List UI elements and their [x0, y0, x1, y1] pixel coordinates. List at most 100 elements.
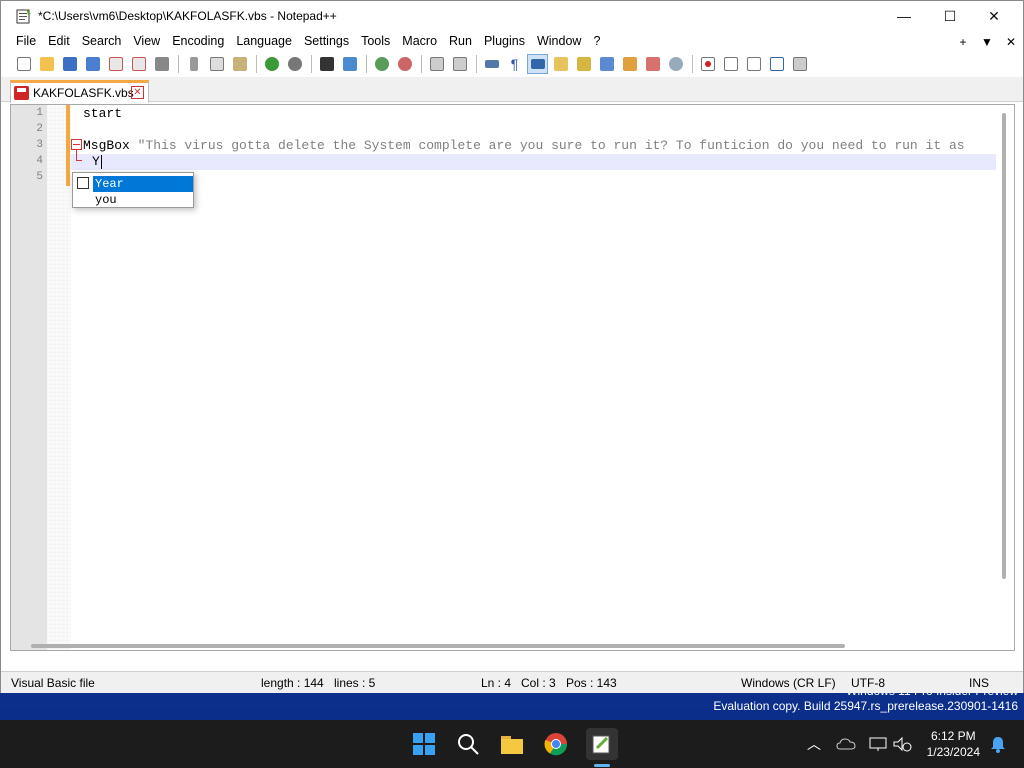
- chrome-icon[interactable]: [542, 730, 570, 758]
- tab-bar: KAKFOLASFK.vbs ✕: [1, 77, 1023, 103]
- menu-help[interactable]: ?: [587, 31, 606, 52]
- menu-right-controls: + ▼ ✕: [951, 31, 1023, 52]
- vertical-scrollbar[interactable]: [1002, 113, 1006, 579]
- volume-muted-icon[interactable]: [888, 730, 916, 758]
- close-icon[interactable]: [105, 54, 126, 74]
- clock[interactable]: 6:12 PM 1/23/2024: [927, 728, 980, 760]
- menu-window[interactable]: Window: [531, 31, 587, 52]
- onedrive-icon[interactable]: [832, 730, 860, 758]
- minimize-button[interactable]: —: [881, 1, 927, 31]
- status-language: Visual Basic file: [11, 676, 95, 690]
- open-file-icon[interactable]: [36, 54, 57, 74]
- menu-plugins[interactable]: Plugins: [478, 31, 531, 52]
- find-icon[interactable]: [316, 54, 337, 74]
- cut-icon[interactable]: [183, 54, 204, 74]
- paste-icon[interactable]: [229, 54, 250, 74]
- autocomplete-item[interactable]: Year: [93, 176, 193, 192]
- unsaved-file-icon: [14, 86, 29, 100]
- horizontal-scrollbar[interactable]: [31, 644, 845, 648]
- udl-icon[interactable]: [550, 54, 571, 74]
- stop-record-icon[interactable]: [720, 54, 741, 74]
- line-number: 1: [36, 107, 43, 119]
- status-encoding[interactable]: UTF-8: [851, 676, 885, 690]
- status-bar: Visual Basic file length : 144 lines : 5…: [1, 671, 1023, 693]
- autocomplete-item[interactable]: you: [93, 192, 193, 208]
- code-line-3: MsgBox "This virus gotta delete the Syst…: [83, 138, 965, 154]
- menu-edit[interactable]: Edit: [42, 31, 76, 52]
- keyword: MsgBox: [83, 138, 138, 153]
- menu-file[interactable]: File: [1, 31, 42, 52]
- sync-h-icon[interactable]: [449, 54, 470, 74]
- sync-v-icon[interactable]: [426, 54, 447, 74]
- func-list-icon[interactable]: [596, 54, 617, 74]
- keyword-icon: [77, 177, 89, 189]
- tab-label: KAKFOLASFK.vbs: [33, 86, 134, 100]
- fold-toggle-icon[interactable]: [71, 139, 82, 150]
- current-line-highlight: [71, 154, 996, 170]
- doc-map-icon[interactable]: [573, 54, 594, 74]
- play-macro-icon[interactable]: [743, 54, 764, 74]
- fold-margin[interactable]: [47, 105, 71, 650]
- new-file-icon[interactable]: [13, 54, 34, 74]
- status-ln: Ln : 4: [481, 676, 512, 690]
- close-all-icon[interactable]: [128, 54, 149, 74]
- toolbar: ¶: [1, 52, 1023, 76]
- status-pos: Pos : 143: [566, 676, 617, 690]
- redo-icon[interactable]: [284, 54, 305, 74]
- editor-area[interactable]: 1 2 3 4 5 start MsgBox "This virus gotta…: [10, 104, 1015, 651]
- status-col: Col : 3: [521, 676, 556, 690]
- notepadpp-window: *C:\Users\vm6\Desktop\KAKFOLASFK.vbs - N…: [0, 0, 1024, 693]
- string-literal: "This virus gotta delete the System comp…: [137, 138, 965, 153]
- copy-icon[interactable]: [206, 54, 227, 74]
- undo-icon[interactable]: [261, 54, 282, 74]
- zoom-out-icon[interactable]: [394, 54, 415, 74]
- indent-guide-icon[interactable]: [527, 54, 548, 74]
- save-all-icon[interactable]: [82, 54, 103, 74]
- watermark-line-2: Evaluation copy. Build 25947.rs_prerelea…: [713, 699, 1018, 713]
- tab-kakfolasfk[interactable]: KAKFOLASFK.vbs ✕: [10, 80, 149, 103]
- start-icon[interactable]: [410, 730, 438, 758]
- line-number: 5: [36, 171, 43, 183]
- menu-language[interactable]: Language: [230, 31, 298, 52]
- menu-run[interactable]: Run: [443, 31, 478, 52]
- notepadpp-icon[interactable]: [586, 728, 618, 760]
- line-number: 4: [36, 155, 43, 167]
- close-doc-button[interactable]: ✕: [999, 35, 1023, 49]
- tab-list-button[interactable]: ▼: [975, 35, 999, 49]
- tab-close-icon[interactable]: ✕: [131, 86, 144, 99]
- status-length: length : 144: [261, 676, 324, 690]
- run-macro-multiple-icon[interactable]: [766, 54, 787, 74]
- record-macro-icon[interactable]: [697, 54, 718, 74]
- search-icon[interactable]: [454, 730, 482, 758]
- fold-end: [76, 160, 82, 161]
- save-icon[interactable]: [59, 54, 80, 74]
- clock-time: 6:12 PM: [930, 729, 976, 743]
- autocomplete-popup[interactable]: Year you: [72, 172, 194, 208]
- menu-macro[interactable]: Macro: [396, 31, 443, 52]
- line-number: 2: [36, 123, 43, 135]
- word-wrap-icon[interactable]: [481, 54, 502, 74]
- maximize-button[interactable]: ☐: [927, 1, 973, 31]
- print-icon[interactable]: [151, 54, 172, 74]
- file-explorer-icon[interactable]: [498, 730, 526, 758]
- chevron-up-icon[interactable]: ︿: [800, 730, 828, 758]
- save-macro-icon[interactable]: [789, 54, 810, 74]
- menu-view[interactable]: View: [127, 31, 166, 52]
- menu-search[interactable]: Search: [76, 31, 128, 52]
- notification-bell-icon[interactable]: [984, 730, 1012, 758]
- menu-settings[interactable]: Settings: [298, 31, 355, 52]
- menu-tools[interactable]: Tools: [355, 31, 396, 52]
- status-eol[interactable]: Windows (CR LF): [741, 676, 836, 690]
- show-all-chars-icon[interactable]: ¶: [504, 54, 525, 74]
- monitor-icon[interactable]: [665, 54, 686, 74]
- zoom-in-icon[interactable]: [371, 54, 392, 74]
- folder-workspace-icon[interactable]: [619, 54, 640, 74]
- project-icon[interactable]: [642, 54, 663, 74]
- title-bar[interactable]: *C:\Users\vm6\Desktop\KAKFOLASFK.vbs - N…: [1, 1, 1023, 31]
- new-tab-button[interactable]: +: [951, 35, 975, 49]
- close-button[interactable]: ✕: [971, 1, 1017, 31]
- status-insert-mode: INS: [969, 676, 990, 690]
- replace-icon[interactable]: [339, 54, 360, 74]
- line-number-gutter: 1 2 3 4 5: [11, 105, 47, 650]
- menu-encoding[interactable]: Encoding: [166, 31, 230, 52]
